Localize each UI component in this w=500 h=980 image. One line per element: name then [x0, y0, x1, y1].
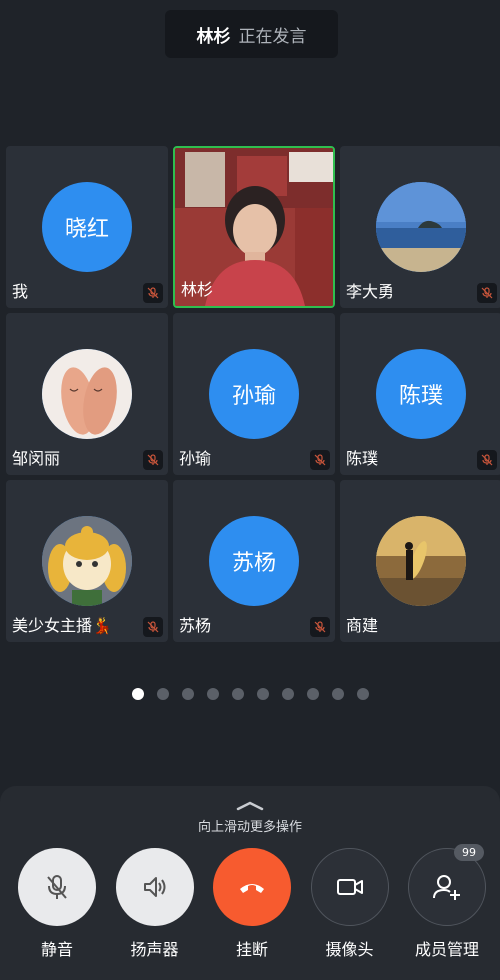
- members-label: 成员管理: [414, 940, 479, 959]
- participant-name: 我: [12, 282, 29, 301]
- participant-name: 李大勇: [346, 282, 395, 301]
- avatar: [42, 349, 132, 439]
- swipe-hint: 向上滑动更多操作: [197, 820, 302, 835]
- mute-label: 静音: [40, 940, 73, 959]
- camera-button[interactable]: [310, 848, 389, 926]
- cartoon-dog-photo: [42, 516, 132, 606]
- mic-muted-icon: [143, 450, 163, 470]
- page-dot[interactable]: [156, 688, 169, 700]
- speaker-name: 林杉: [196, 26, 231, 47]
- mic-muted-icon: [477, 450, 497, 470]
- participant-tile[interactable]: 邹闵丽: [6, 313, 168, 475]
- participant-name: 孙瑜: [179, 449, 212, 468]
- participant-tile[interactable]: 李大勇: [340, 146, 500, 308]
- avatar: [376, 516, 466, 606]
- page-dot[interactable]: [131, 688, 144, 700]
- avatar: 晓红: [42, 182, 132, 272]
- finger-faces-photo: [42, 349, 132, 439]
- participant-tile[interactable]: 商建: [340, 480, 500, 642]
- hangup-control[interactable]: 挂断: [212, 848, 292, 960]
- avatar-text: 晓红: [64, 217, 109, 242]
- page-dot[interactable]: [306, 688, 319, 700]
- seascape-photo: [376, 182, 466, 272]
- participant-name: 陈璞: [346, 449, 379, 468]
- members-control[interactable]: 成员管理: [407, 848, 487, 960]
- participant-tile[interactable]: 陈璞 陈璞: [340, 313, 500, 475]
- participant-name: 邹闵丽: [12, 449, 61, 468]
- camera-control[interactable]: 摄像头: [310, 848, 390, 960]
- call-control-panel: 向上滑动更多操作 静音 扬声器 挂断 摄像头 成员管理 99: [0, 786, 500, 980]
- participant-grid: 晓红 我 林杉 李大勇 邹闵丽 孙瑜 孙瑜 陈璞 陈璞 美少女主播💃 苏杨 苏杨…: [6, 146, 500, 642]
- page-dot[interactable]: [206, 688, 219, 700]
- participant-tile-active[interactable]: 林杉: [173, 146, 335, 308]
- mic-muted-icon: [143, 617, 163, 637]
- participant-name: 苏杨: [179, 616, 212, 635]
- call-controls: 静音 扬声器 挂断 摄像头 成员管理: [17, 848, 487, 960]
- mute-button[interactable]: [18, 848, 96, 926]
- hangup-button[interactable]: [213, 848, 291, 926]
- page-dot[interactable]: [256, 688, 269, 700]
- speaker-icon: [143, 877, 165, 897]
- avatar: [42, 516, 132, 606]
- page-dot[interactable]: [231, 688, 244, 700]
- hang-up-icon: [240, 884, 264, 893]
- camera-icon: [336, 879, 363, 895]
- mic-muted-icon: [477, 283, 497, 303]
- speaker-button[interactable]: [115, 848, 194, 926]
- avatar: 孙瑜: [209, 349, 299, 439]
- page-dot[interactable]: [281, 688, 294, 700]
- avatar: 陈璞: [376, 349, 466, 439]
- mic-muted-icon: [310, 450, 330, 470]
- mute-control[interactable]: 静音: [17, 848, 97, 960]
- mic-muted-icon: [47, 875, 67, 899]
- speaker-status: 正在发言: [238, 26, 307, 47]
- participant-name: 商建: [346, 616, 379, 635]
- member-count-badge: 99: [454, 844, 484, 861]
- surfer-sunset-photo: [376, 516, 466, 606]
- drag-handle-icon[interactable]: [236, 796, 264, 815]
- participant-name: 林杉: [181, 280, 214, 299]
- speaker-label: 扬声器: [130, 940, 179, 959]
- avatar-text: 陈璞: [398, 384, 443, 409]
- avatar-text: 孙瑜: [231, 384, 276, 409]
- mic-muted-icon: [143, 283, 163, 303]
- speaker-control[interactable]: 扬声器: [115, 848, 195, 960]
- participant-name: 美少女主播💃: [12, 616, 112, 635]
- avatar-text: 苏杨: [231, 551, 276, 576]
- page-dot[interactable]: [181, 688, 194, 700]
- page-dot[interactable]: [331, 688, 344, 700]
- camera-label: 摄像头: [325, 940, 374, 959]
- participant-tile[interactable]: 孙瑜 孙瑜: [173, 313, 335, 475]
- add-member-icon: [433, 875, 460, 900]
- participant-tile[interactable]: 美少女主播💃: [6, 480, 168, 642]
- participant-tile[interactable]: 晓红 我: [6, 146, 168, 308]
- page-dot[interactable]: [356, 688, 369, 700]
- mic-muted-icon: [310, 617, 330, 637]
- page-indicator: [0, 688, 500, 700]
- participant-tile[interactable]: 苏杨 苏杨: [173, 480, 335, 642]
- hangup-label: 挂断: [235, 940, 268, 959]
- avatar: 苏杨: [209, 516, 299, 606]
- active-speaker-banner: 林杉 正在发言: [165, 10, 338, 58]
- avatar: [376, 182, 466, 272]
